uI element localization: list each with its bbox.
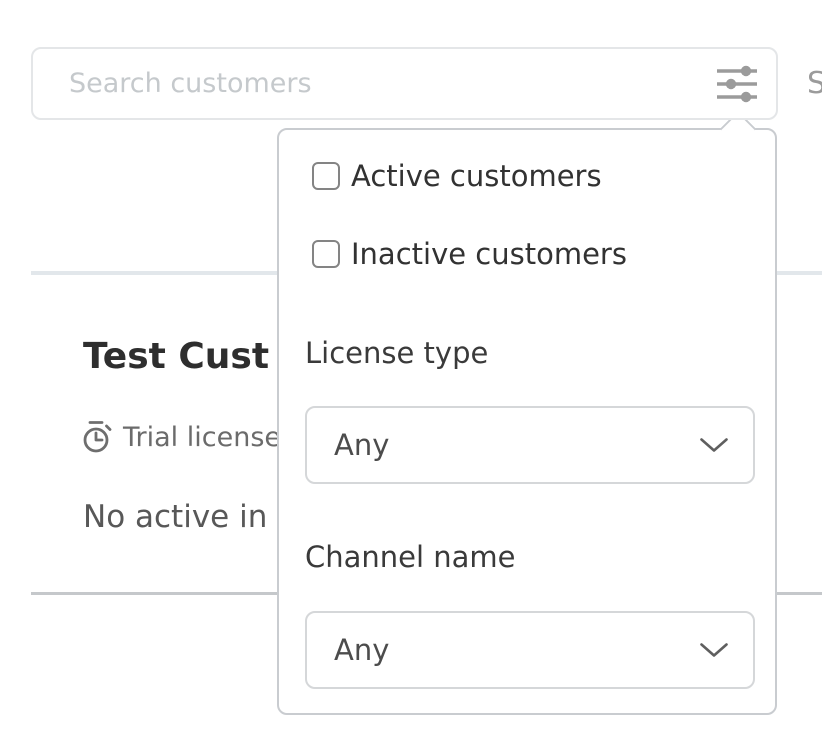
installations-status-text: No active in	[83, 499, 267, 535]
inactive-customers-label[interactable]: Inactive customers	[351, 237, 627, 271]
license-type-select[interactable]: Any	[305, 406, 755, 484]
active-customers-label[interactable]: Active customers	[351, 159, 602, 193]
license-type-select-value: Any	[334, 428, 389, 462]
chevron-down-icon	[699, 437, 729, 454]
filter-option-active[interactable]: Active customers	[312, 160, 602, 192]
active-customers-checkbox[interactable]	[312, 162, 340, 190]
channel-name-select[interactable]: Any	[305, 611, 755, 689]
filter-popover: Active customers Inactive customers Lice…	[277, 128, 777, 715]
stopwatch-icon	[80, 419, 114, 455]
filter-button[interactable]	[714, 63, 760, 105]
channel-name-label: Channel name	[305, 540, 516, 574]
partial-right-text[interactable]: S	[807, 66, 822, 101]
customer-name-heading: Test Cust	[83, 336, 269, 377]
chevron-down-icon	[699, 642, 729, 659]
license-type-label: License type	[305, 336, 488, 370]
channel-name-select-value: Any	[334, 633, 389, 667]
filter-option-inactive[interactable]: Inactive customers	[312, 238, 627, 270]
license-type-text: Trial license	[123, 422, 281, 453]
license-row: Trial license	[80, 419, 281, 455]
inactive-customers-checkbox[interactable]	[312, 240, 340, 268]
search-input[interactable]	[69, 68, 714, 99]
search-bar	[31, 47, 778, 120]
sliders-icon	[715, 64, 759, 104]
